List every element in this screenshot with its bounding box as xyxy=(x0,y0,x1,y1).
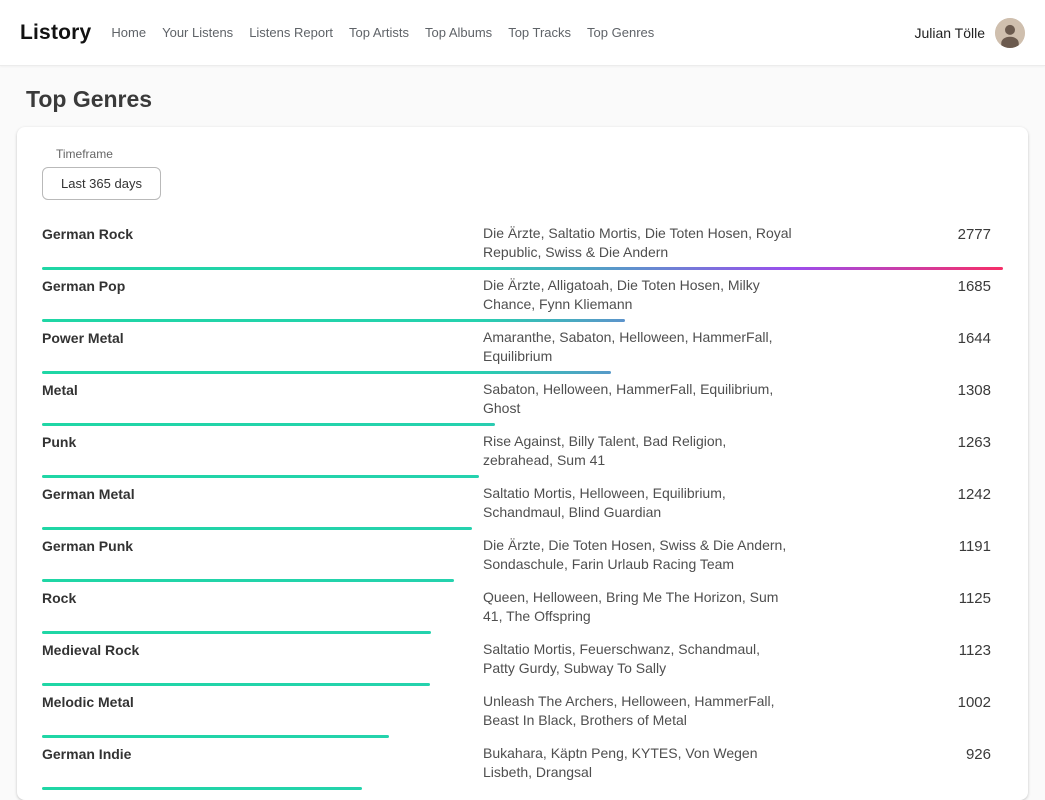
genre-name: Medieval Rock xyxy=(42,640,483,658)
genre-top-artists: Sabaton, Helloween, HammerFall, Equilibr… xyxy=(483,380,793,418)
genre-listen-count: 1263 xyxy=(958,432,1003,451)
genre-top-artists: Unleash The Archers, Helloween, HammerFa… xyxy=(483,692,793,730)
genre-row[interactable]: Power Metal Amaranthe, Sabaton, Hellowee… xyxy=(42,322,1003,374)
genre-row[interactable]: Medieval Rock Saltatio Mortis, Feuerschw… xyxy=(42,634,1003,686)
page-content: Top Genres Timeframe Last 365 days Germa… xyxy=(0,86,1045,800)
genre-row[interactable]: Melodic Metal Unleash The Archers, Hello… xyxy=(42,686,1003,738)
nav-item-top-genres[interactable]: Top Genres xyxy=(587,25,654,40)
genre-row[interactable]: Punk Rise Against, Billy Talent, Bad Rel… xyxy=(42,426,1003,478)
genre-listen-count: 2777 xyxy=(958,224,1003,243)
genre-listen-count: 1644 xyxy=(958,328,1003,347)
genre-name: German Pop xyxy=(42,276,483,294)
genre-top-artists: Die Ärzte, Die Toten Hosen, Swiss & Die … xyxy=(483,536,793,574)
genre-top-artists: Die Ärzte, Saltatio Mortis, Die Toten Ho… xyxy=(483,224,793,262)
genre-top-artists: Amaranthe, Sabaton, Helloween, HammerFal… xyxy=(483,328,793,366)
genre-top-artists: Rise Against, Billy Talent, Bad Religion… xyxy=(483,432,793,470)
avatar-photo xyxy=(995,18,1025,48)
genre-listen-count: 1242 xyxy=(958,484,1003,503)
genre-listen-count: 1123 xyxy=(959,640,1003,659)
timeframe-select[interactable]: Last 365 days xyxy=(42,167,161,200)
genre-bar-track xyxy=(42,787,1003,790)
genre-listen-count: 1685 xyxy=(958,276,1003,295)
genre-name: Rock xyxy=(42,588,483,606)
genre-name: Punk xyxy=(42,432,483,450)
genre-top-artists: Die Ärzte, Alligatoah, Die Toten Hosen, … xyxy=(483,276,793,314)
user-name[interactable]: Julian Tölle xyxy=(914,25,985,41)
genre-name: German Indie xyxy=(42,744,483,762)
user-menu: Julian Tölle xyxy=(914,18,1025,48)
timeframe-control: Timeframe Last 365 days xyxy=(42,147,1003,200)
top-navbar: Listory Home Your Listens Listens Report To… xyxy=(0,0,1045,66)
nav-item-top-albums[interactable]: Top Albums xyxy=(425,25,492,40)
genre-row[interactable]: Metal Sabaton, Helloween, HammerFall, Eq… xyxy=(42,374,1003,426)
timeframe-label: Timeframe xyxy=(56,147,1003,161)
genre-row[interactable]: German Indie Bukahara, Käptn Peng, KYTES… xyxy=(42,738,1003,790)
genre-top-artists: Saltatio Mortis, Feuerschwanz, Schandmau… xyxy=(483,640,793,678)
genre-listen-count: 1002 xyxy=(958,692,1003,711)
nav-item-listens-report[interactable]: Listens Report xyxy=(249,25,333,40)
genre-name: German Metal xyxy=(42,484,483,502)
nav-item-top-tracks[interactable]: Top Tracks xyxy=(508,25,571,40)
genre-listen-count: 1308 xyxy=(958,380,1003,399)
main-nav: Home Your Listens Listens Report Top Artist… xyxy=(111,25,670,40)
genre-top-artists: Bukahara, Käptn Peng, KYTES, Von Wegen L… xyxy=(483,744,793,782)
genre-row[interactable]: German Rock Die Ärzte, Saltatio Mortis, … xyxy=(42,218,1003,270)
page-title: Top Genres xyxy=(26,86,1019,113)
user-avatar[interactable] xyxy=(995,18,1025,48)
genre-row[interactable]: German Metal Saltatio Mortis, Helloween,… xyxy=(42,478,1003,530)
genre-name: Melodic Metal xyxy=(42,692,483,710)
genre-name: German Rock xyxy=(42,224,483,242)
genre-top-artists: Queen, Helloween, Bring Me The Horizon, … xyxy=(483,588,793,626)
nav-item-top-artists[interactable]: Top Artists xyxy=(349,25,409,40)
genre-name: Power Metal xyxy=(42,328,483,346)
nav-item-home[interactable]: Home xyxy=(111,25,146,40)
genre-row[interactable]: Rock Queen, Helloween, Bring Me The Hori… xyxy=(42,582,1003,634)
genre-top-artists: Saltatio Mortis, Helloween, Equilibrium,… xyxy=(483,484,793,522)
app-logo[interactable]: Listory xyxy=(20,21,91,45)
top-genres-card: Timeframe Last 365 days German Rock Die … xyxy=(17,127,1028,800)
genre-row[interactable]: German Punk Die Ärzte, Die Toten Hosen, … xyxy=(42,530,1003,582)
nav-item-your-listens[interactable]: Your Listens xyxy=(162,25,233,40)
genre-listen-count: 1125 xyxy=(959,588,1003,607)
genre-name: German Punk xyxy=(42,536,483,554)
genre-listen-count: 1191 xyxy=(959,536,1003,555)
genre-listen-count: 926 xyxy=(966,744,1003,763)
genre-bar xyxy=(42,787,362,790)
genres-table: German Rock Die Ärzte, Saltatio Mortis, … xyxy=(42,218,1003,790)
genre-name: Metal xyxy=(42,380,483,398)
genre-row[interactable]: German Pop Die Ärzte, Alligatoah, Die To… xyxy=(42,270,1003,322)
